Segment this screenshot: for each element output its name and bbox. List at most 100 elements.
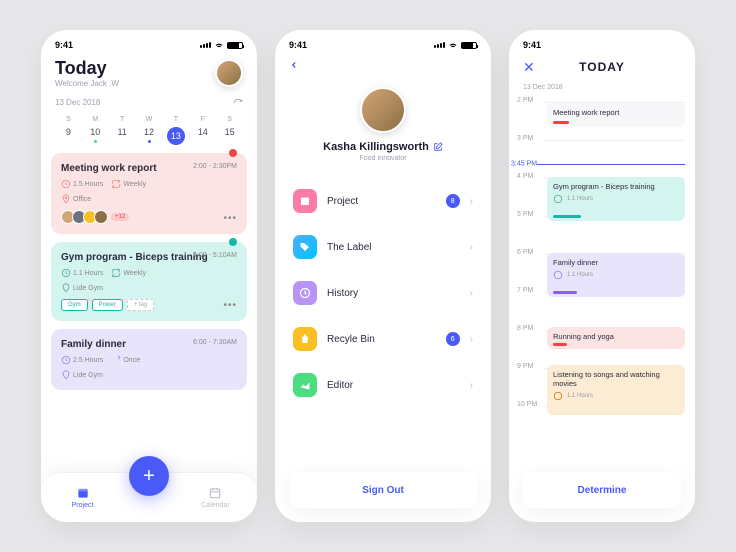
battery-icon [461,42,477,49]
refresh-icon[interactable] [233,98,243,108]
status-dot-icon [229,238,237,246]
repeat-icon [111,355,121,365]
location-icon [61,370,71,380]
history-icon [293,281,317,305]
edit-icon[interactable] [433,142,443,152]
cal-day[interactable]: F14 [189,116,216,145]
cal-day[interactable]: T13 [162,116,189,145]
event-card[interactable]: Gym program - Biceps training 4:00 - 5:1… [51,242,247,321]
repeat-icon [111,179,121,189]
timeline-event[interactable]: Listening to songs and watching movies1.… [547,365,685,415]
menu-item-project[interactable]: Project8› [289,178,477,224]
timeline-event[interactable]: Gym program - Biceps training1.1 Hours [547,177,685,221]
hour-label: 9 PM [517,363,533,370]
signal-icon [200,42,211,48]
add-button[interactable]: + [129,456,169,496]
clock-icon [553,270,563,280]
close-icon[interactable]: ✕ [523,59,535,76]
event-card[interactable]: Meeting work report 2:00 - 2:30PM 1.5 Ho… [51,153,247,234]
timeline[interactable]: 2 PM 3 PM 4 PM 5 PM 6 PM 7 PM 8 PM 9 PM … [509,97,695,437]
more-menu[interactable]: ••• [223,300,237,311]
now-line [511,164,685,165]
wifi-icon [214,40,224,50]
hour-label: 10 PM [517,401,537,408]
chevron-right-icon: › [470,380,473,391]
status-time: 9:41 [289,40,307,50]
avatar [94,210,108,224]
timeline-event[interactable]: Meeting work report [547,103,685,127]
cal-day[interactable]: T11 [109,116,136,145]
menu-item-label[interactable]: The Label› [289,224,477,270]
status-icons [200,40,243,50]
event-cards: Meeting work report 2:00 - 2:30PM 1.5 Ho… [41,153,257,390]
attendee-avatars: +12 [61,210,237,224]
status-bar: 9:41 [509,30,695,54]
avatar[interactable] [360,87,406,133]
menu-list: Project8› The Label› History› Recyle Bin… [275,178,491,408]
hour-label: 3 PM [517,135,533,142]
hour-label: 8 PM [517,325,533,332]
more-menu[interactable]: ••• [223,213,237,224]
event-card[interactable]: Family dinner 6:00 - 7:30AM 2.5 Hours On… [51,329,247,390]
hour-label: 6 PM [517,249,533,256]
badge: 6 [446,332,460,346]
timeline-event[interactable]: Running and yoga [547,327,685,349]
calendar-icon [208,486,222,500]
date-row: 13 Dec 2018 [41,92,257,114]
location-icon [61,283,71,293]
avatar[interactable] [215,59,243,87]
status-bar: 9:41 [41,30,257,54]
clock-icon [61,355,71,365]
card-meta: 1.5 Hours Weekly [61,179,237,189]
status-time: 9:41 [523,40,541,50]
calendar-week: S9 M10 T11 W12 T13 F14 S15 [41,114,257,153]
cal-day[interactable]: S9 [55,116,82,145]
clock-icon [553,391,563,401]
wifi-icon [448,40,458,50]
status-dot-icon [229,149,237,157]
status-time: 9:41 [55,40,73,50]
hour-label: 4 PM [517,173,533,180]
signout-button[interactable]: Sign Out [289,472,477,508]
screen-timeline: 9:41 ✕ TODAY 13 Dec 2018 2 PM 3 PM 4 PM … [509,30,695,522]
cal-day[interactable]: S15 [216,116,243,145]
tab-project[interactable]: Project [41,473,124,522]
profile-role: Food Innovator [275,155,491,162]
card-time: 2:00 - 2:30PM [193,163,237,170]
project-icon [293,189,317,213]
determine-button[interactable]: Determine [523,472,681,508]
screen-profile: 9:41 Kasha Killingsworth Food Innovator … [275,30,491,522]
more-count: +12 [111,213,129,221]
card-time: 6:00 - 7:30AM [193,339,237,346]
header: ✕ TODAY [509,54,695,84]
back-button[interactable] [275,54,491,81]
signal-icon [434,42,445,48]
battery-icon [227,42,243,49]
clock-icon [553,194,563,204]
hour-label: 5 PM [517,211,533,218]
tab-calendar[interactable]: Calendar [174,473,257,522]
menu-item-history[interactable]: History› [289,270,477,316]
cal-day[interactable]: W12 [136,116,163,145]
timeline-event[interactable]: Family dinner1.1 Hours [547,253,685,297]
trash-icon [293,327,317,351]
project-icon [76,486,90,500]
tag[interactable]: Gym [61,299,88,311]
date-label: 13 Dec 2018 [55,98,100,108]
status-bar: 9:41 [275,30,491,54]
hour-label: 2 PM [517,97,533,104]
editor-icon [293,373,317,397]
badge: 8 [446,194,460,208]
welcome-text: Welcome Jack .W [55,79,119,88]
chevron-right-icon: › [470,334,473,345]
clock-icon [61,179,71,189]
location-icon [61,194,71,204]
add-tag[interactable]: + tag [127,299,155,311]
page-title: Today [55,58,119,79]
cal-day[interactable]: M10 [82,116,109,145]
menu-item-recycle[interactable]: Recyle Bin6› [289,316,477,362]
tag[interactable]: Power [92,299,123,311]
tags: Gym Power + tag [61,299,237,311]
menu-item-editor[interactable]: Editor› [289,362,477,408]
header: Today Welcome Jack .W [41,54,257,92]
